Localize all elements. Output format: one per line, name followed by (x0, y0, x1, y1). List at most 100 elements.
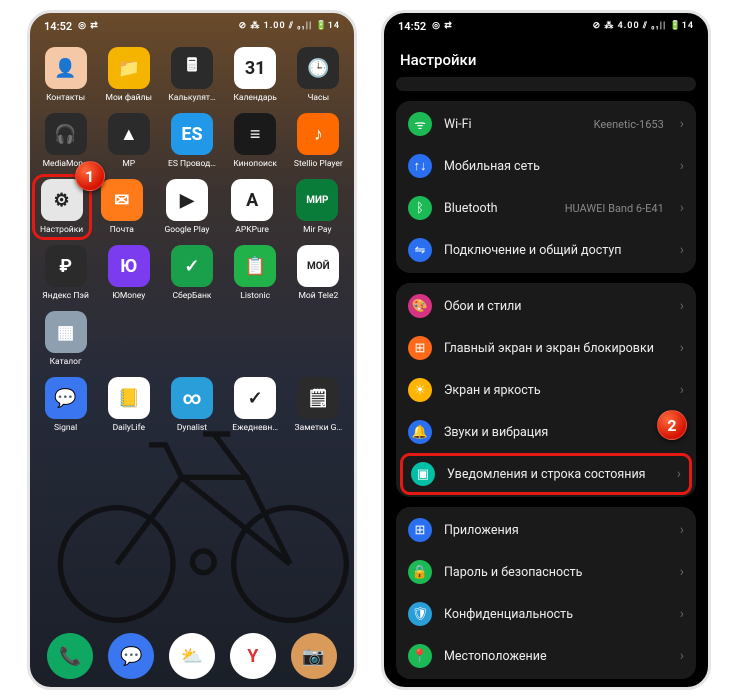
callout-1: 1 (75, 161, 105, 191)
app-icon: 📋 (234, 245, 276, 287)
app-[interactable]: 🖩Калькулят… (162, 47, 222, 103)
row-label: Bluetooth (444, 201, 553, 216)
chevron-right-icon: › (677, 466, 681, 482)
app-[interactable]: 📁Мои файлы (99, 47, 159, 103)
app-[interactable]: ✉Почта (92, 179, 152, 235)
settings-row-[interactable]: ⊞ Приложения › (396, 509, 696, 551)
chevron-right-icon: › (680, 340, 684, 356)
app-icon: Ю (108, 245, 150, 287)
app-icon: 👤 (45, 47, 87, 89)
app-[interactable]: 👤 Контакты (36, 47, 96, 103)
dock-messages[interactable]: 💬 (101, 633, 161, 679)
app-[interactable]: 31Календарь (225, 47, 285, 103)
settings-row-[interactable]: ▣Уведомления и строка состояния›2 (400, 453, 692, 495)
phone-homescreen: 14:52 ◎ ⇄ ⊘ ⁂ 1.00 ⫽ ₀₁|| 🔋14 👤 Контакты 📁… (27, 10, 357, 690)
settings-row-[interactable]: 🔒Пароль и безопасность› (396, 551, 696, 593)
row-icon: 🔒 (408, 560, 432, 584)
app-label: MP (122, 159, 135, 169)
settings-row-[interactable]: 🛡Конфиденциальность› (396, 593, 696, 635)
app-label: Mir Pay (303, 225, 331, 235)
row-label: Мобильная сеть (444, 159, 668, 174)
row-label: Приложения (444, 523, 668, 538)
dock-phone[interactable]: 📞 (40, 633, 100, 679)
row-label: Конфиденциальность (444, 607, 668, 622)
app-es[interactable]: ESES Провод… (162, 113, 222, 169)
app-mirpay[interactable]: МИРMir Pay (287, 179, 347, 235)
app-icon: ES (171, 113, 213, 155)
app-g[interactable]: 🗒Заметки G… (288, 377, 348, 433)
status-left-icons: ◎ ⇄ (432, 21, 453, 31)
app-icon: ▶ (166, 179, 208, 221)
row-icon: ☀ (408, 378, 432, 402)
app-icon: ♪ (297, 113, 339, 155)
app-label: ЮMoney (112, 291, 145, 301)
app-mp[interactable]: ▲MP (99, 113, 159, 169)
settings-row-bluetooth[interactable]: ᛒBluetoothHUAWEI Band 6-E41› (396, 187, 696, 229)
settings-search-stub[interactable] (396, 77, 696, 91)
app-label: Мой Tele2 (298, 291, 338, 301)
app-icon: ⚙ (41, 179, 83, 221)
chevron-right-icon: › (680, 382, 684, 398)
dock-icon: 📷 (291, 633, 337, 679)
chevron-right-icon: › (680, 522, 684, 538)
app-label: Stellio Player (294, 159, 343, 169)
row-icon: ᯤ (408, 112, 432, 136)
app-[interactable]: ₽Яндекс Пэй (36, 245, 96, 301)
app-label: Контакты (46, 93, 85, 103)
app-dynalist[interactable]: ∞Dynalist (162, 377, 222, 433)
app-listonic[interactable]: 📋Listonic (225, 245, 285, 301)
row-icon: ⊞ (408, 518, 432, 542)
settings-row-[interactable]: ↑↓Мобильная сеть› (396, 145, 696, 187)
dock-camera[interactable]: 📷 (284, 633, 344, 679)
app-icon: A (231, 179, 273, 221)
status-right-icons: ⊘ ⁂ 1.00 ⫽ ₀₁|| 🔋14 (239, 21, 340, 31)
chevron-right-icon: › (680, 116, 684, 132)
row-icon: 📍 (408, 644, 432, 668)
row-value: HUAWEI Band 6-E41 (565, 202, 664, 215)
app-stellioplayer[interactable]: ♪ Stellio Player (288, 113, 348, 169)
chevron-right-icon: › (680, 606, 684, 622)
app-[interactable]: ≡Кинопоиск (225, 113, 285, 169)
app-label: Каталог (50, 357, 82, 367)
status-bar: 14:52 ◎ ⇄ ⊘ ⁂ 1.00 ⫽ ₀₁|| 🔋14 (30, 13, 354, 39)
settings-row-[interactable]: ⊞Главный экран и экран блокировки› (396, 327, 696, 369)
settings-row-[interactable]: 📍 Местоположение › (396, 635, 696, 677)
settings-row-wifi[interactable]: ᯤWi-FiKeenetic-1653› (396, 103, 696, 145)
status-right-icons: ⊘ ⁂ 4.00 ⫽ ₀₁|| 🔋14 (593, 21, 694, 31)
chevron-right-icon: › (680, 200, 684, 216)
settings-row-[interactable]: ⇋Подключение и общий доступ› (396, 229, 696, 271)
app-money[interactable]: Ю ЮMoney (99, 245, 159, 301)
app-[interactable]: ⚙Настройки1 (32, 174, 92, 240)
app-icon: МОЙ (297, 245, 339, 287)
row-label: Подключение и общий доступ (444, 243, 668, 258)
dock-yandex[interactable]: Y (223, 633, 283, 679)
app-[interactable]: ✓ Ежедневн… (225, 377, 285, 433)
status-left-icons: ◎ ⇄ (78, 21, 99, 31)
callout-2: 2 (657, 410, 687, 440)
app-icon: ₽ (45, 245, 87, 287)
app-apkpure[interactable]: A APKPure (222, 179, 282, 235)
app-dailylife[interactable]: 📒DailyLife (99, 377, 159, 433)
chevron-right-icon: › (680, 648, 684, 664)
dock-icon: 📞 (47, 633, 93, 679)
app-label: Ежедневн… (232, 423, 278, 433)
settings-row-[interactable]: ☀Экран и яркость› (396, 369, 696, 411)
app-tele2[interactable]: МОЙ Мой Tele2 (288, 245, 348, 301)
status-bar: 14:52 ◎ ⇄ ⊘ ⁂ 4.00 ⫽ ₀₁|| 🔋14 (384, 13, 708, 39)
chevron-right-icon: › (680, 298, 684, 314)
app-signal[interactable]: 💬Signal (36, 377, 96, 433)
row-label: Местоположение (444, 649, 668, 664)
app-[interactable]: ✓СберБанк (162, 245, 222, 301)
app-[interactable]: ▦Каталог (36, 311, 96, 367)
settings-row-[interactable]: 🎨Обои и стили› (396, 285, 696, 327)
app-icon: 31 (234, 47, 276, 89)
dock-icon: 💬 (108, 633, 154, 679)
app-icon: ✓ (171, 245, 213, 287)
settings-row-[interactable]: 🔔Звуки и вибрация› (396, 411, 696, 453)
app-[interactable]: 🕒Часы (288, 47, 348, 103)
settings-title: Настройки (384, 39, 708, 77)
app-googleplay[interactable]: ▶Google Play (157, 179, 217, 235)
app-icon: ✓ (234, 377, 276, 419)
app-label: APKPure (235, 225, 269, 235)
dock-weather[interactable]: ⛅ (162, 633, 222, 679)
